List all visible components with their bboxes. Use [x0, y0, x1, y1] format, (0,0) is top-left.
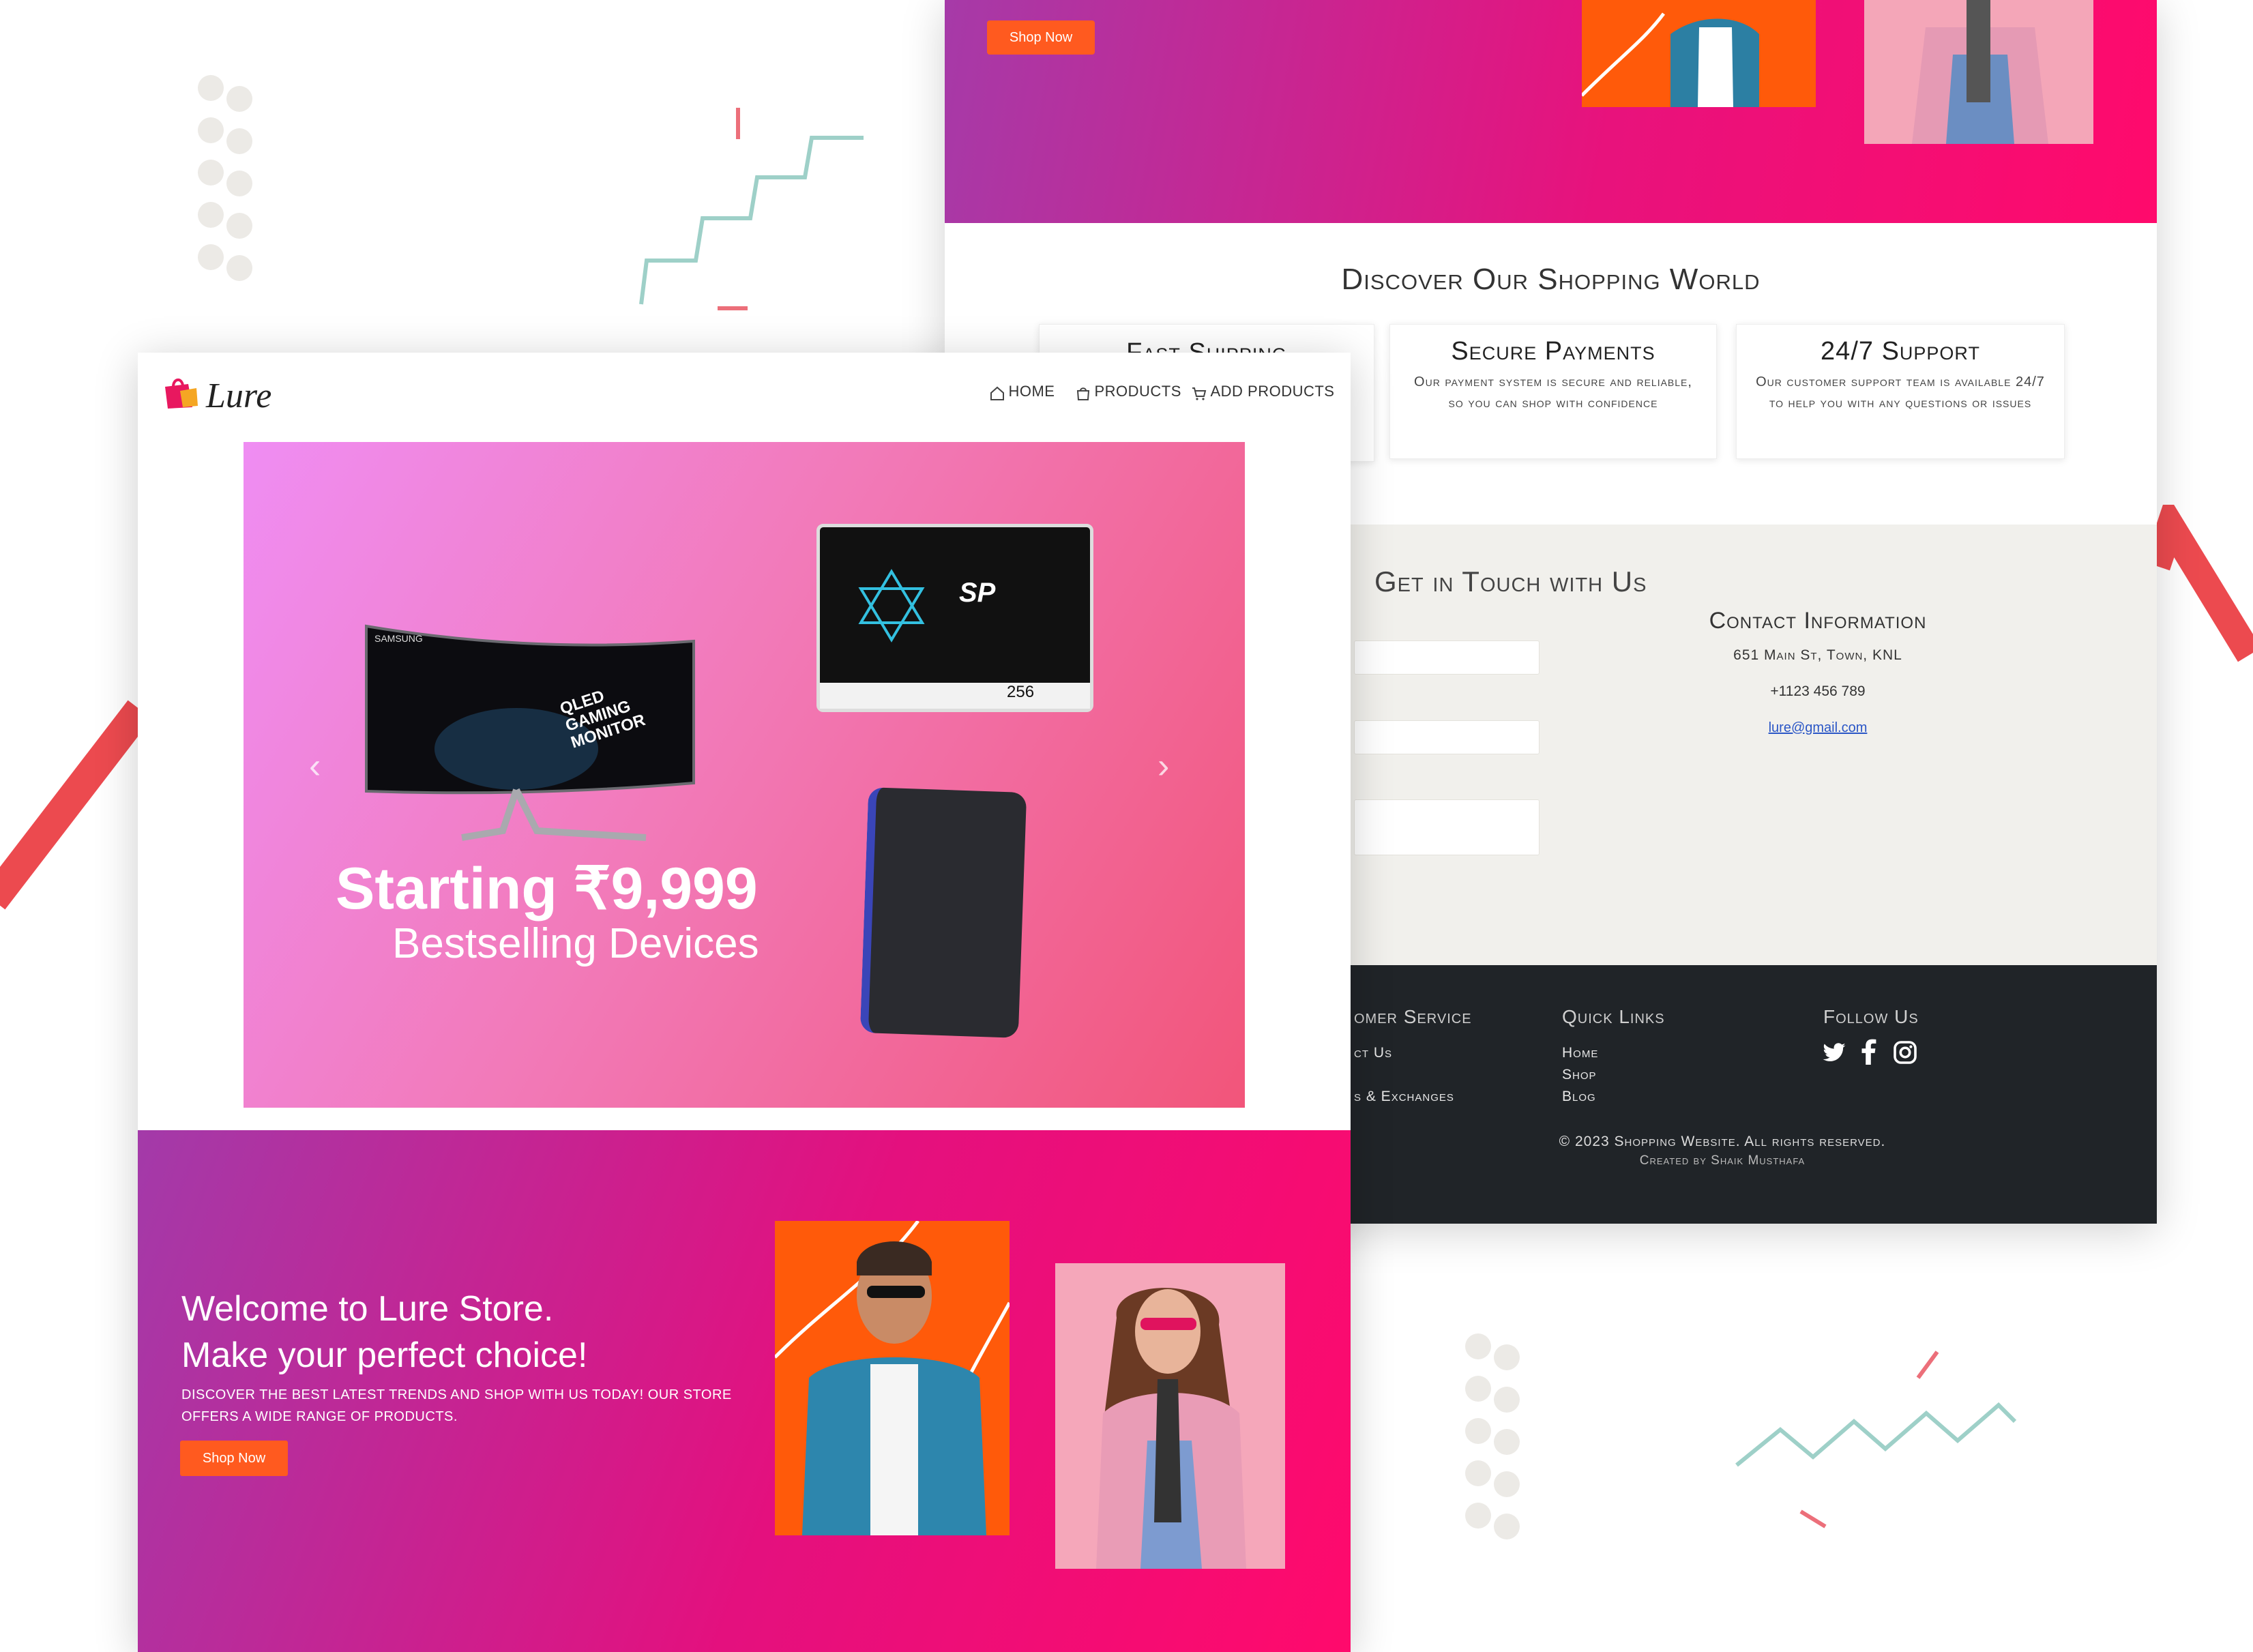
cart-icon — [1191, 385, 1207, 402]
nav-add-products-label: ADD PRODUCTS — [1210, 383, 1335, 400]
decor-red-stroke-right — [2157, 505, 2253, 662]
monitor-brand-text: SAMSUNG — [374, 633, 423, 644]
instagram-icon[interactable] — [1893, 1040, 1917, 1065]
decor-dots-top-left — [198, 75, 259, 286]
chevron-right-icon[interactable]: › — [1158, 746, 1169, 786]
external-drive-image — [859, 787, 1027, 1038]
feature-card-support: 24/7 Support Our customer support team i… — [1736, 324, 2065, 459]
facebook-icon[interactable] — [1860, 1039, 1876, 1065]
contact-message-field[interactable] — [1354, 799, 1540, 855]
ssd-capacity-text: 256 — [1007, 683, 1035, 701]
footer-link[interactable]: s & Exchanges — [1354, 1085, 1454, 1108]
decor-dots-bottom — [1465, 1333, 1527, 1552]
model-man-photo — [775, 1221, 1010, 1535]
back-model-woman-photo — [1864, 0, 2093, 144]
main-nav: HOME PRODUCTS ADD PRODUCTS — [989, 383, 1344, 407]
decor-red-stroke-left — [0, 700, 143, 910]
decor-zigzag-bottom — [1735, 1351, 2017, 1529]
hero-carousel: SAMSUNG QLED GAMING MONITOR SP 256 Start… — [244, 442, 1245, 1108]
hero-subtitle: Bestselling Devices — [392, 920, 759, 967]
welcome-banner: Welcome to Lure Store. Make your perfect… — [138, 1130, 1351, 1652]
front-page-screenshot: Lure HOME PRODUCTS ADD PRODUCTS SAMSUNG … — [138, 353, 1351, 1652]
footer-quick-links-title: Quick Links — [1562, 1006, 1665, 1027]
contact-info-title: Contact Information — [1709, 608, 1927, 634]
feature-card-payments: Secure Payments Our payment system is se… — [1389, 324, 1717, 459]
contact-email-field[interactable] — [1354, 720, 1540, 754]
ssd-image: SP 256 — [816, 524, 1093, 712]
twitter-icon[interactable] — [1822, 1040, 1846, 1065]
back-hero-banner: Shop Now — [945, 0, 2157, 223]
feature-title: 24/7 Support — [1821, 337, 1980, 366]
ssd-label-strip — [820, 683, 1090, 709]
bag-icon — [1075, 385, 1091, 402]
nav-home[interactable]: HOME — [989, 383, 1055, 402]
welcome-line-2: Make your perfect choice! — [181, 1336, 588, 1375]
contact-title: Get in Touch with Us — [1374, 565, 1647, 598]
welcome-line-1: Welcome to Lure Store. — [181, 1289, 554, 1329]
model-woman-photo — [1055, 1263, 1285, 1569]
nav-products[interactable]: PRODUCTS — [1075, 383, 1181, 402]
footer-link-shop[interactable]: Shop — [1562, 1063, 1597, 1086]
shopping-bag-logo-icon[interactable] — [161, 374, 199, 410]
feature-text: Our payment system is secure and reliabl… — [1414, 374, 1692, 411]
decor-zigzag-top — [639, 108, 864, 310]
contact-phone: +1123 456 789 — [1770, 683, 1866, 699]
feature-title: Secure Payments — [1451, 337, 1655, 366]
contact-name-field[interactable] — [1354, 640, 1540, 675]
contact-address: 651 Main St, Town, KNL — [1733, 647, 1902, 663]
ssd-brand-text: SP — [959, 578, 996, 608]
welcome-description: DISCOVER THE BEST LATEST TRENDS AND SHOP… — [181, 1387, 732, 1424]
brand-logo-text[interactable]: Lure — [206, 376, 271, 416]
footer-link-blog[interactable]: Blog — [1562, 1085, 1596, 1108]
contact-email-link[interactable]: lure@gmail.com — [1681, 720, 1954, 736]
back-model-man-photo — [1582, 0, 1816, 107]
footer-customer-service-title: omer Service — [1354, 1006, 1472, 1027]
nav-home-label: HOME — [1008, 383, 1055, 400]
footer-link-home[interactable]: Home — [1562, 1042, 1598, 1064]
footer-follow-title: Follow Us — [1823, 1006, 1919, 1027]
discover-title: Discover Our Shopping World — [1341, 263, 1761, 296]
back-shop-now-button[interactable]: Shop Now — [987, 20, 1095, 55]
nav-add-products[interactable]: ADD PRODUCTS — [1191, 383, 1334, 402]
shop-now-button[interactable]: Shop Now — [180, 1441, 288, 1476]
gaming-monitor-image: SAMSUNG QLED GAMING MONITOR — [359, 613, 701, 851]
nav-products-label: PRODUCTS — [1094, 383, 1181, 400]
hero-headline: Starting ₹9,999 — [336, 856, 758, 921]
feature-text: Our customer support team is available 2… — [1756, 374, 2045, 411]
chevron-left-icon[interactable]: ‹ — [309, 746, 321, 786]
footer-link[interactable]: ct Us — [1354, 1042, 1392, 1064]
home-icon — [989, 385, 1005, 402]
